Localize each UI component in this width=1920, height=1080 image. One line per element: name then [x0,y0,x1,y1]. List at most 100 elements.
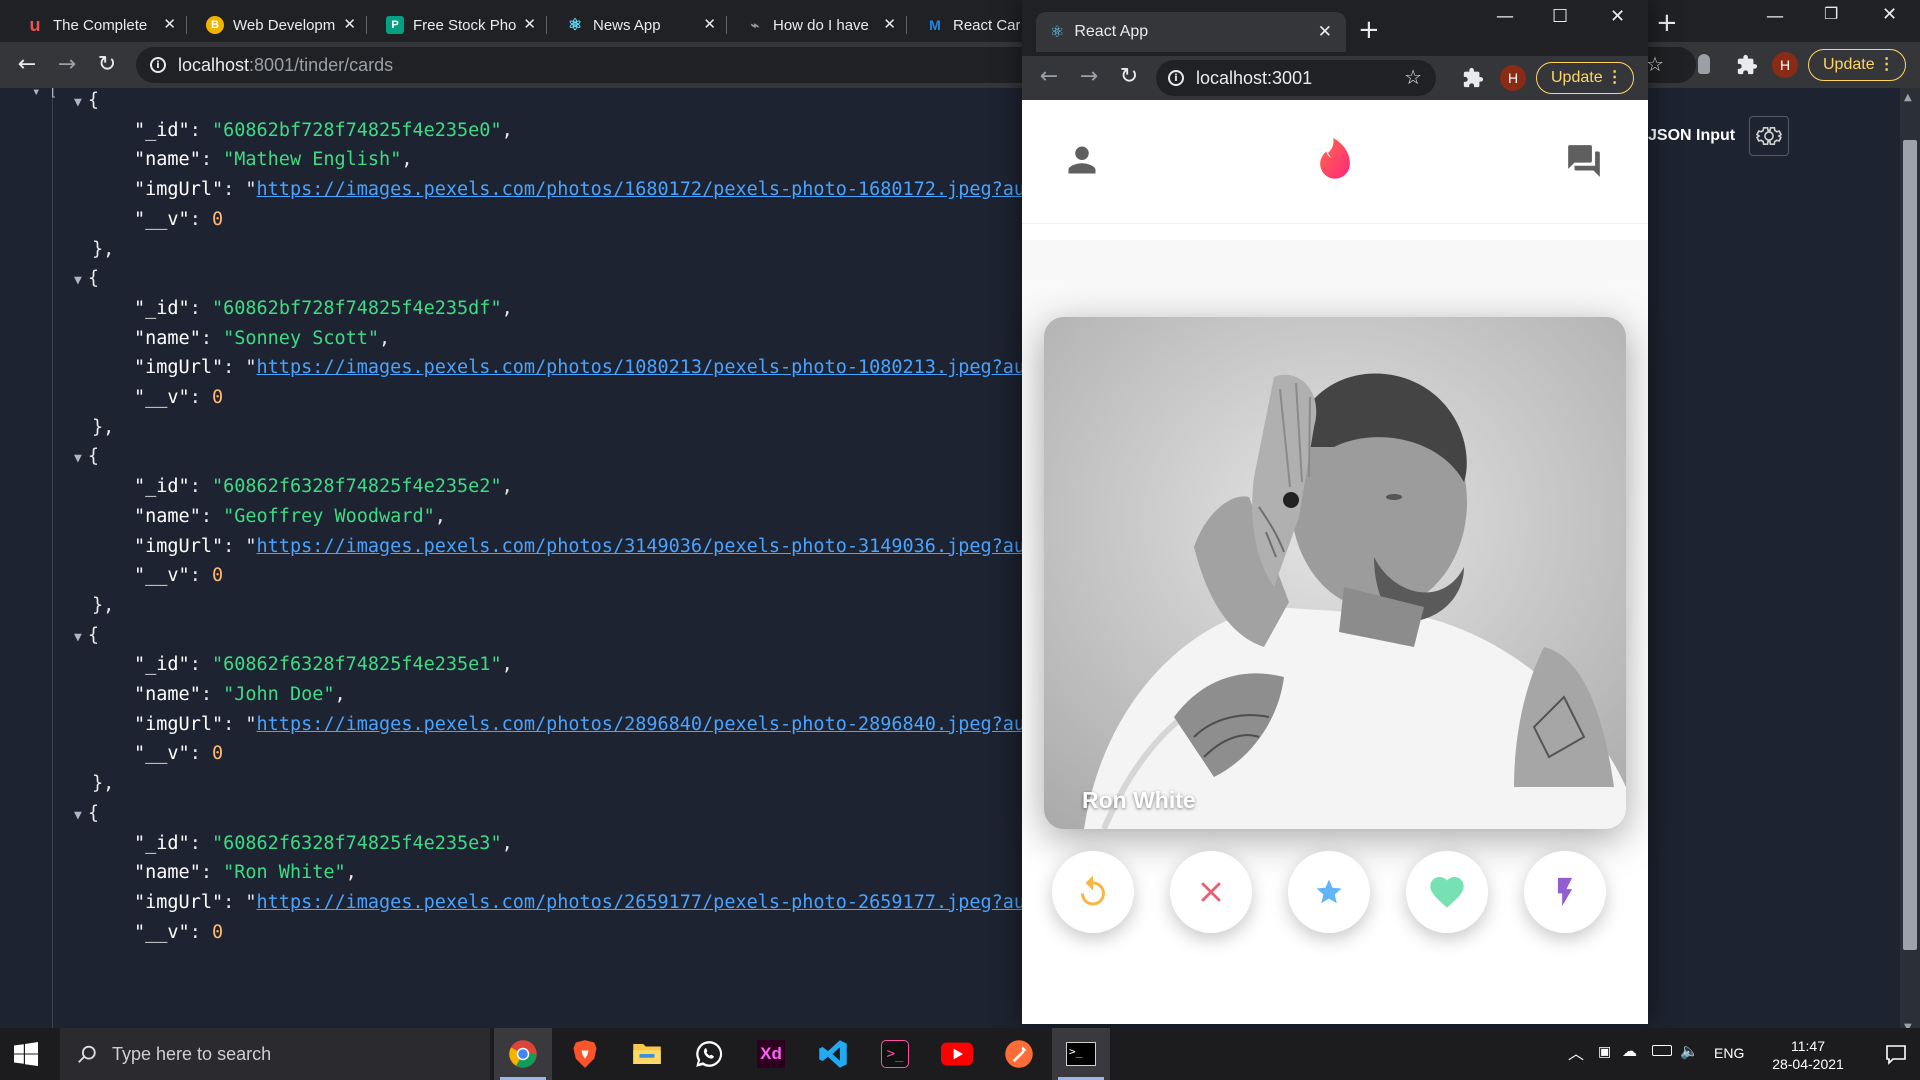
field-v: "__v": 0 [134,921,224,943]
field-id: "_id": "60862f6328f74825f4e235e3", [134,832,513,854]
taskbar-chrome[interactable] [494,1028,552,1080]
address-bar[interactable]: i localhost:3001 ☆ [1156,60,1436,96]
browser-tab-4[interactable]: ⚛ News App ✕ [558,8,727,42]
close-icon[interactable]: ✕ [883,15,896,33]
record-img-url[interactable]: https://images.pexels.com/photos/1080213… [257,357,1025,378]
tinder-app: Ron White [1022,100,1648,1024]
record-name: Geoffrey Woodward [234,505,424,527]
extensions-puzzle-icon[interactable] [1462,67,1484,89]
record-name: Sonney Scott [234,327,368,349]
chat-icon[interactable] [1564,142,1604,180]
popup-tabbar: ⚛ React App ✕ + — ☐ ✕ [1022,0,1648,62]
taskbar-vscode[interactable] [804,1028,862,1080]
new-tab-icon[interactable]: + [1656,8,1678,38]
meet-icon[interactable]: ▣ [1598,1043,1611,1060]
collapse-toggle-icon[interactable]: ▼ [74,273,82,288]
taskbar-whatsapp[interactable] [680,1028,738,1080]
object-open: ▼{ [74,624,99,646]
forward-icon[interactable]: → [54,52,80,78]
extensions-puzzle-icon[interactable] [1736,54,1758,76]
info-icon[interactable]: i [150,57,166,73]
clock[interactable]: 11:47 28-04-2021 [1758,1037,1858,1073]
close-window-icon[interactable]: ✕ [1882,4,1897,25]
back-icon[interactable]: ← [14,52,40,78]
language-indicator[interactable]: ENG [1714,1045,1744,1061]
field-v: "__v": 0 [134,565,224,587]
close-icon[interactable]: ✕ [1318,22,1332,42]
taskbar-file-explorer[interactable] [618,1028,676,1080]
close-icon[interactable]: ✕ [343,15,356,33]
reload-icon[interactable]: ↻ [1116,64,1142,90]
taskbar-cmd[interactable]: >_ [1052,1028,1110,1080]
extension-icon[interactable] [1698,54,1710,74]
tinder-flame-logo[interactable] [1314,136,1356,182]
record-img-url[interactable]: https://images.pexels.com/photos/3149036… [257,536,1025,557]
url-host: localhost [178,54,250,75]
browser-tab-1[interactable]: u The Complete ✕ [18,8,187,42]
taskbar-terminal[interactable]: >_ [866,1028,924,1080]
update-button[interactable]: Update ⋮ [1808,49,1906,81]
chevron-up-icon[interactable]: ︿ [1568,1040,1584,1064]
scroll-thumb[interactable] [1903,140,1917,950]
profile-card[interactable]: Ron White [1044,317,1626,829]
close-icon[interactable]: ✕ [163,15,176,33]
reload-icon[interactable]: ↻ [94,52,120,78]
app-header [1022,100,1648,224]
taskbar-search[interactable]: Type here to search [60,1028,490,1080]
profile-avatar[interactable]: H [1772,52,1798,78]
tab-title: React Car [953,16,1020,34]
info-icon[interactable]: i [1168,70,1184,86]
update-button[interactable]: Update ⋮ [1536,62,1634,94]
person-icon[interactable] [1064,142,1100,178]
field-name: "name": "Ron White", [134,862,357,884]
restore-icon[interactable]: ❐ [1824,4,1838,23]
record-img-url[interactable]: https://images.pexels.com/photos/2896840… [257,714,1025,735]
tab-react-app[interactable]: ⚛ React App ✕ [1036,12,1346,52]
taskbar-brave[interactable] [556,1028,614,1080]
page-scrollbar[interactable]: ▲ ▼ [1900,88,1920,1038]
record-img-url[interactable]: https://images.pexels.com/photos/1680172… [257,179,1025,200]
collapse-toggle-icon[interactable]: ▼ [74,630,82,645]
scroll-up-icon[interactable]: ▲ [1904,92,1912,103]
battery-icon[interactable] [1652,1045,1672,1056]
taskbar-postman[interactable] [990,1028,1048,1080]
browser-tab-6[interactable]: M React Car [918,8,1028,42]
close-window-icon[interactable]: ✕ [1610,6,1625,27]
collapse-toggle-icon[interactable]: ▼ [74,95,82,110]
tab-title: News App [593,16,661,34]
like-button[interactable] [1406,851,1488,933]
settings-button[interactable] [1749,116,1790,156]
replay-button[interactable] [1052,851,1134,933]
browser-tab-3[interactable]: P Free Stock Pho ✕ [378,8,547,42]
collapse-toggle-icon[interactable]: ▼ [74,451,82,466]
chrome-icon [509,1040,537,1068]
bookmark-star-icon[interactable]: ☆ [1646,52,1664,76]
profile-avatar[interactable]: H [1500,65,1526,91]
onedrive-icon[interactable]: ☁ [1622,1042,1637,1060]
new-tab-icon[interactable]: + [1358,17,1380,43]
back-icon[interactable]: ← [1036,64,1062,90]
close-icon[interactable]: ✕ [523,15,536,33]
browser-tab-2[interactable]: B Web Developm ✕ [198,8,367,42]
maximize-icon[interactable]: ☐ [1552,6,1568,27]
windows-start-icon[interactable] [14,1042,38,1066]
forward-icon[interactable]: → [1076,64,1102,90]
json-input-toggle[interactable]: JSON Input [1648,127,1735,145]
minimize-icon[interactable]: — [1496,6,1514,27]
taskbar-youtube[interactable] [928,1028,986,1080]
minimize-icon[interactable]: — [1766,6,1784,27]
boost-button[interactable] [1524,851,1606,933]
taskbar-adobe-xd[interactable]: Xd [742,1028,800,1080]
notifications-icon[interactable] [1884,1042,1908,1066]
record-id: 60862f6328f74825f4e235e1 [223,654,491,676]
collapse-toggle-icon[interactable]: ▼ [74,808,82,823]
browser-tab-5[interactable]: ⌁ How do I have ✕ [738,8,907,42]
pexels-icon: P [386,16,404,34]
superlike-button[interactable] [1288,851,1370,933]
close-icon[interactable]: ✕ [703,15,716,33]
speaker-icon[interactable]: 🔈 [1680,1042,1699,1060]
bookmark-star-icon[interactable]: ☆ [1404,65,1422,89]
dislike-button[interactable] [1170,851,1252,933]
field-id: "_id": "60862f6328f74825f4e235e2", [134,476,513,498]
record-img-url[interactable]: https://images.pexels.com/photos/2659177… [257,892,1025,913]
